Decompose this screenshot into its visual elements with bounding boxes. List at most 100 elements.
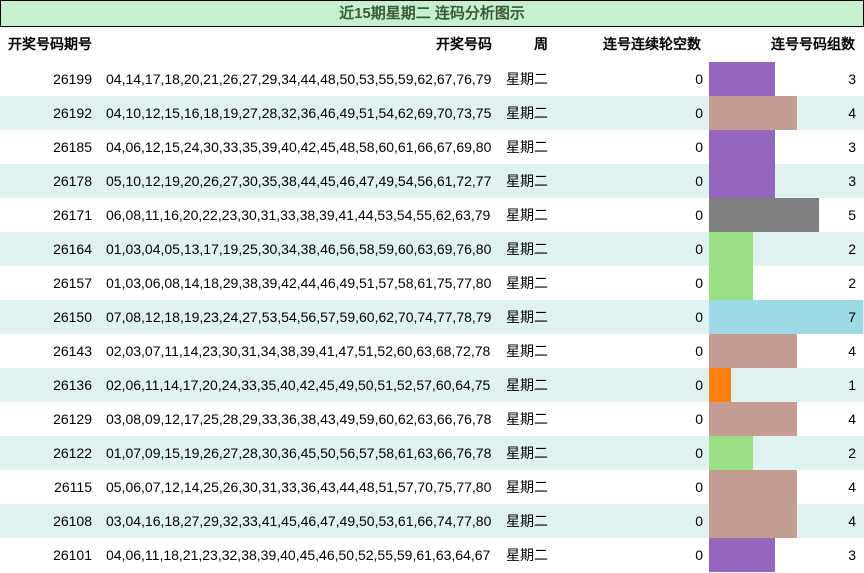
- groups-cell: 4: [848, 411, 856, 427]
- gap-cell: 0: [695, 105, 703, 121]
- weekday-cell: 星期二: [506, 547, 548, 563]
- gap-cell: 0: [695, 173, 703, 189]
- issue-cell: 26143: [53, 343, 92, 359]
- weekday-cell: 星期二: [506, 309, 548, 325]
- table-body: 26199 04,14,17,18,20,21,26,27,29,34,44,48…: [0, 62, 864, 572]
- numbers-cell: 05,06,07,12,14,25,26,30,31,33,36,43,44,4…: [106, 479, 492, 495]
- issue-cell: 26185: [53, 139, 92, 155]
- groups-bar: [709, 402, 797, 436]
- groups-cell: 1: [848, 377, 856, 393]
- table-row: 26136 02,06,11,14,17,20,24,33,35,40,42,45…: [0, 368, 864, 402]
- issue-cell: 26136: [53, 377, 92, 393]
- issue-cell: 26199: [53, 71, 92, 87]
- numbers-cell: 05,10,12,19,20,26,27,30,35,38,44,45,46,4…: [106, 173, 492, 189]
- numbers-cell: 02,03,07,11,14,23,30,31,34,38,39,41,47,5…: [106, 343, 491, 359]
- numbers-cell: 01,03,06,08,14,18,29,38,39,42,44,46,49,5…: [106, 275, 492, 291]
- weekday-cell: 星期二: [506, 377, 548, 393]
- groups-cell: 4: [848, 105, 856, 121]
- numbers-cell: 06,08,11,16,20,22,23,30,31,33,38,39,41,4…: [106, 207, 491, 223]
- issue-cell: 26178: [53, 173, 92, 189]
- groups-bar: [709, 232, 753, 266]
- header-numbers: 开奖号码: [436, 36, 492, 52]
- issue-cell: 26192: [53, 105, 92, 121]
- groups-bar: [709, 334, 797, 368]
- weekday-cell: 星期二: [506, 513, 548, 529]
- table-row: 26143 02,03,07,11,14,23,30,31,34,38,39,41…: [0, 334, 864, 368]
- issue-cell: 26150: [53, 309, 92, 325]
- gap-cell: 0: [695, 377, 703, 393]
- groups-cell: 2: [848, 445, 856, 461]
- groups-cell: 3: [848, 71, 856, 87]
- table-row: 26199 04,14,17,18,20,21,26,27,29,34,44,48…: [0, 62, 864, 96]
- groups-bar: [709, 164, 775, 198]
- gap-cell: 0: [695, 513, 703, 529]
- groups-bar: [709, 130, 775, 164]
- groups-cell: 7: [848, 309, 856, 325]
- weekday-cell: 星期二: [506, 343, 548, 359]
- header-issue: 开奖号码期号: [8, 36, 92, 52]
- weekday-cell: 星期二: [506, 173, 548, 189]
- gap-cell: 0: [695, 343, 703, 359]
- numbers-cell: 03,04,16,18,27,29,32,33,41,45,46,47,49,5…: [106, 513, 492, 529]
- groups-bar: [709, 62, 775, 96]
- groups-cell: 5: [848, 207, 856, 223]
- gap-cell: 0: [695, 71, 703, 87]
- gap-cell: 0: [695, 139, 703, 155]
- lottery-analysis-sheet: 近15期星期二 连码分析图示 开奖号码期号 开奖号码 周 连号连续轮空数 连号号…: [0, 0, 864, 573]
- numbers-cell: 02,06,11,14,17,20,24,33,35,40,42,45,49,5…: [106, 377, 491, 393]
- issue-cell: 26157: [53, 275, 92, 291]
- gap-cell: 0: [695, 275, 703, 291]
- table-row: 26178 05,10,12,19,20,26,27,30,35,38,44,45…: [0, 164, 864, 198]
- weekday-cell: 星期二: [506, 479, 548, 495]
- issue-cell: 26171: [53, 207, 92, 223]
- groups-bar: [709, 436, 753, 470]
- groups-cell: 2: [848, 275, 856, 291]
- weekday-cell: 星期二: [506, 105, 548, 121]
- table-row: 26115 05,06,07,12,14,25,26,30,31,33,36,43…: [0, 470, 864, 504]
- numbers-cell: 03,08,09,12,17,25,28,29,33,36,38,43,49,5…: [106, 411, 492, 427]
- numbers-cell: 04,06,12,15,24,30,33,35,39,40,42,45,48,5…: [106, 139, 492, 155]
- issue-cell: 26108: [53, 513, 92, 529]
- weekday-cell: 星期二: [506, 411, 548, 427]
- groups-bar: [709, 96, 797, 130]
- header-weekday: 周: [534, 36, 548, 52]
- issue-cell: 26101: [53, 547, 92, 563]
- weekday-cell: 星期二: [506, 275, 548, 291]
- issue-cell: 26129: [53, 411, 92, 427]
- table-row: 26157 01,03,06,08,14,18,29,38,39,42,44,46…: [0, 266, 864, 300]
- issue-cell: 26122: [53, 445, 92, 461]
- table-header: 开奖号码期号 开奖号码 周 连号连续轮空数 连号号码组数: [0, 27, 864, 61]
- header-groups: 连号号码组数: [771, 36, 855, 52]
- weekday-cell: 星期二: [506, 139, 548, 155]
- table-row: 26129 03,08,09,12,17,25,28,29,33,36,38,43…: [0, 402, 864, 436]
- groups-bar: [709, 538, 775, 572]
- groups-bar: [709, 470, 797, 504]
- table-row: 26171 06,08,11,16,20,22,23,30,31,33,38,39…: [0, 198, 864, 232]
- table-row: 26150 07,08,12,18,19,23,24,27,53,54,56,57…: [0, 300, 864, 334]
- groups-bar: [709, 198, 819, 232]
- table-row: 26185 04,06,12,15,24,30,33,35,39,40,42,45…: [0, 130, 864, 164]
- weekday-cell: 星期二: [506, 71, 548, 87]
- table-row: 26164 01,03,04,05,13,17,19,25,30,34,38,46…: [0, 232, 864, 266]
- groups-bar: [709, 368, 731, 402]
- gap-cell: 0: [695, 445, 703, 461]
- gap-cell: 0: [695, 411, 703, 427]
- numbers-cell: 07,08,12,18,19,23,24,27,53,54,56,57,59,6…: [106, 309, 492, 325]
- issue-cell: 26115: [54, 479, 92, 495]
- weekday-cell: 星期二: [506, 241, 548, 257]
- groups-bar: [709, 504, 797, 538]
- table-row: 26108 03,04,16,18,27,29,32,33,41,45,46,47…: [0, 504, 864, 538]
- weekday-cell: 星期二: [506, 207, 548, 223]
- groups-cell: 4: [848, 343, 856, 359]
- gap-cell: 0: [695, 207, 703, 223]
- page-title: 近15期星期二 连码分析图示: [0, 0, 864, 27]
- numbers-cell: 01,03,04,05,13,17,19,25,30,34,38,46,56,5…: [106, 241, 492, 257]
- groups-cell: 3: [848, 547, 856, 563]
- table-row: 26122 01,07,09,15,19,26,27,28,30,36,45,50…: [0, 436, 864, 470]
- header-gap: 连号连续轮空数: [603, 36, 701, 52]
- gap-cell: 0: [695, 479, 703, 495]
- gap-cell: 0: [695, 547, 703, 563]
- numbers-cell: 04,10,12,15,16,18,19,27,28,32,36,46,49,5…: [106, 105, 492, 121]
- groups-cell: 4: [848, 479, 856, 495]
- numbers-cell: 04,14,17,18,20,21,26,27,29,34,44,48,50,5…: [106, 71, 492, 87]
